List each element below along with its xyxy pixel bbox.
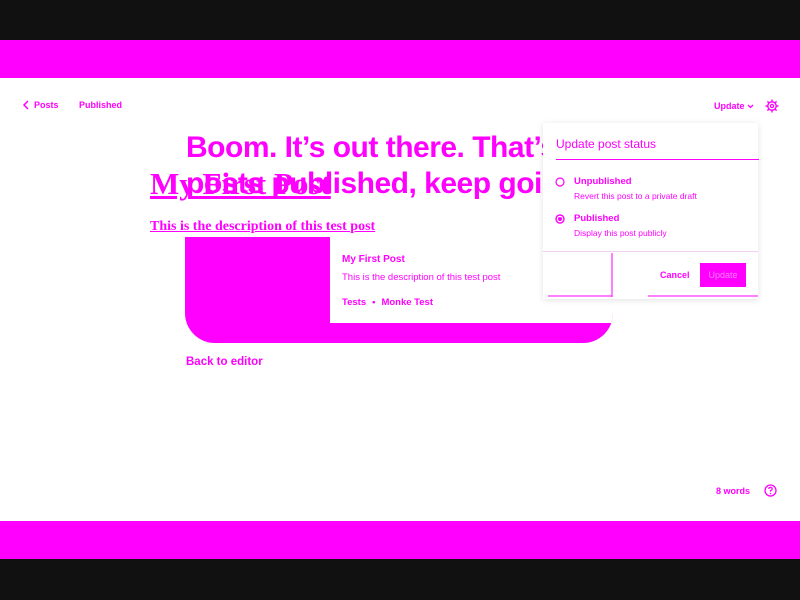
status-panel-title: Update post status — [556, 137, 657, 151]
radio-selected-icon[interactable] — [555, 214, 565, 224]
option-label-unpublished: Unpublished — [574, 176, 632, 187]
post-status-label: Published — [79, 100, 123, 110]
chevron-down-icon — [747, 104, 753, 108]
post-card-meta: Tests • Monke Test — [342, 297, 433, 308]
post-card-title: My First Post — [342, 254, 405, 265]
gear-icon[interactable] — [765, 99, 779, 113]
update-menu-button[interactable]: Update — [714, 101, 754, 111]
back-to-posts-label: Posts — [34, 100, 59, 110]
option-help-unpublished: Revert this post to a private draft — [574, 191, 697, 201]
option-label-published: Published — [574, 213, 620, 224]
status-option-unpublished[interactable]: Unpublished Revert this post to a privat… — [555, 176, 697, 201]
editor-canvas: Posts Published Update My First Post Thi… — [0, 78, 800, 521]
post-card-separator: • — [372, 297, 376, 308]
status-option-published[interactable]: Published Display this post publicly — [555, 213, 667, 238]
status-panel-title-underline — [556, 159, 759, 160]
post-card-description: This is the description of this test pos… — [342, 272, 501, 283]
help-icon[interactable] — [764, 484, 777, 497]
option-help-published: Display this post publicly — [574, 228, 667, 238]
chevron-left-icon — [22, 100, 29, 110]
back-to-posts-link[interactable]: Posts — [22, 100, 59, 110]
update-menu-label: Update — [714, 101, 745, 111]
panel-edge-lines — [548, 253, 758, 297]
post-description[interactable]: This is the description of this test pos… — [150, 219, 375, 235]
back-to-editor-link[interactable]: Back to editor — [186, 356, 263, 368]
post-card-author: Monke Test — [381, 297, 434, 308]
radio-unselected-icon[interactable] — [555, 177, 565, 187]
top-band — [0, 40, 800, 78]
bottom-band — [0, 521, 800, 559]
post-card-site: Tests — [342, 297, 367, 308]
word-count: 8 words — [716, 486, 751, 496]
